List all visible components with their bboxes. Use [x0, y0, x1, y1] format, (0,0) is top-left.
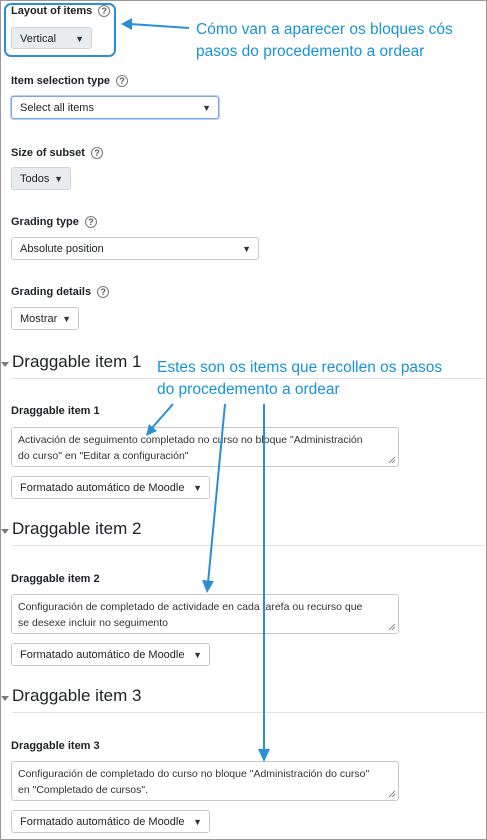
annotation-arrows-mid — [146, 403, 270, 762]
